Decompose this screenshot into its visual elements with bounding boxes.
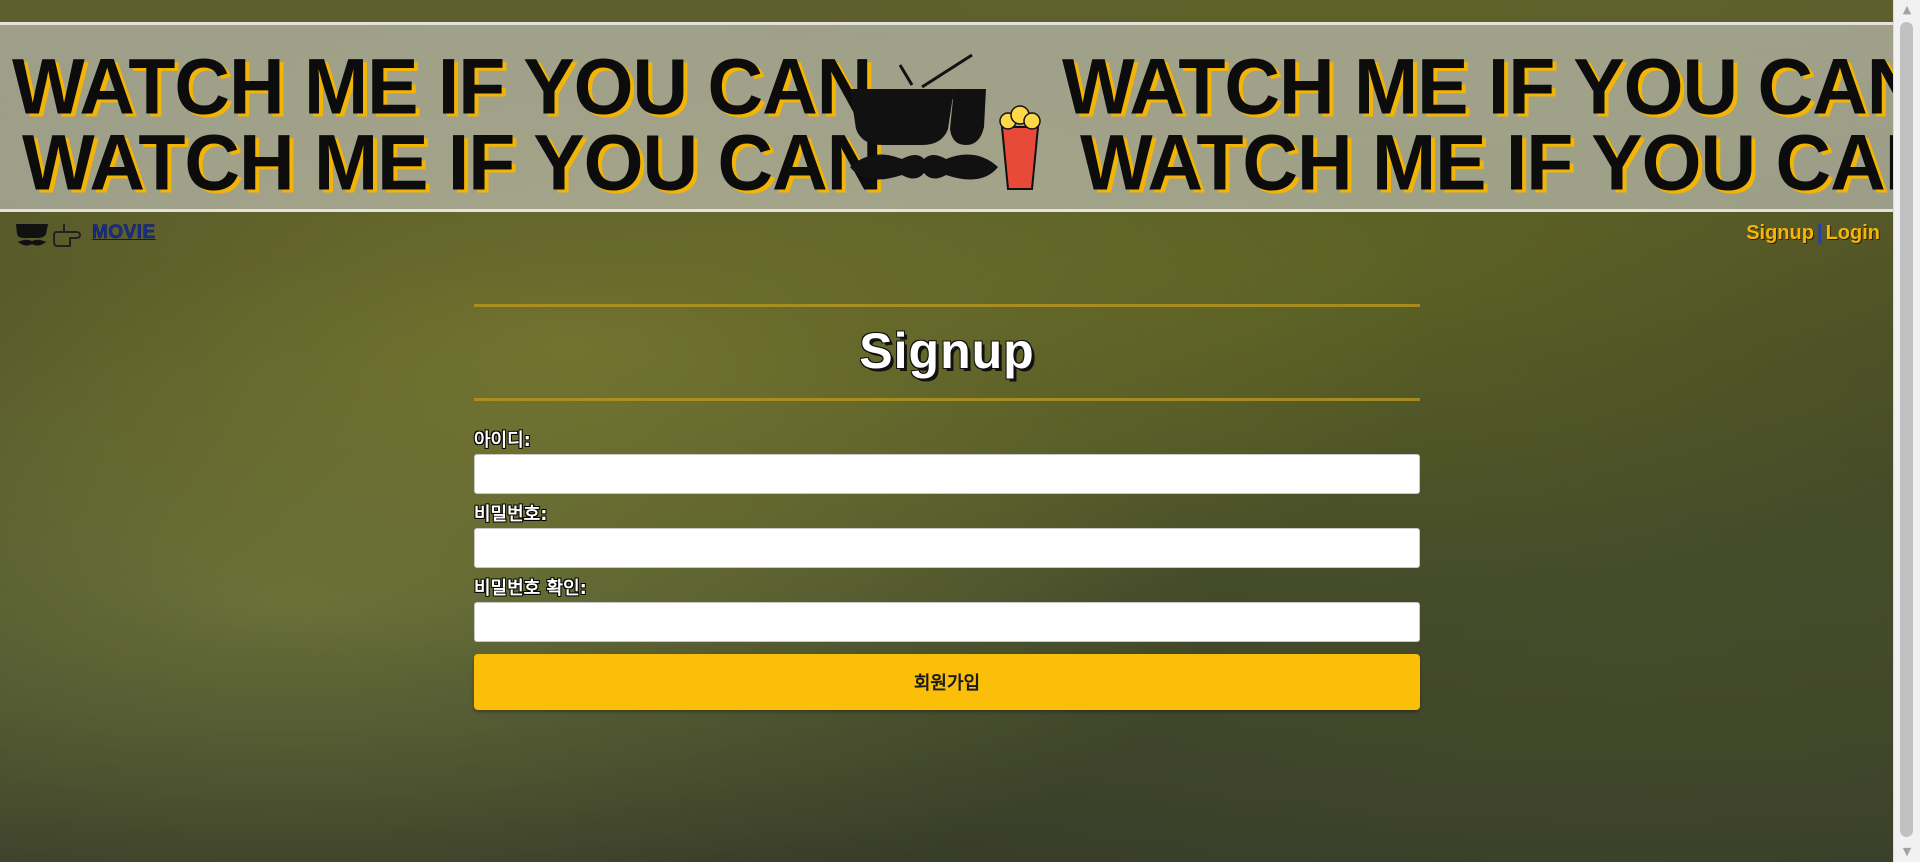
password-confirm-input[interactable] [474,602,1420,642]
scroll-up-icon[interactable]: ▲ [1894,0,1920,20]
movie-nav-link[interactable]: MOVIE [92,222,156,244]
id-label: 아이디: [474,430,531,451]
banner-text-left-bottom: WATCH ME IF YOU CAN [22,119,882,207]
sunglasses-mustache-logo-icon [850,53,1041,190]
signup-link[interactable]: Signup [1746,222,1814,244]
title-divider-top [474,304,1420,307]
nav-separator: | [1816,222,1823,244]
page-scrollbar[interactable]: ▲ ▼ [1893,0,1920,862]
login-link[interactable]: Login [1826,222,1880,244]
password-confirm-label: 비밀번호 확인: [474,578,587,599]
home-logo-icon[interactable] [14,218,84,250]
header-banner: WATCH ME IF YOU CAN WATCH ME IF YOU CAN … [0,22,1894,212]
id-input[interactable] [474,454,1420,494]
banner-text-right-bottom: WATCH ME IF YOU CAN [1080,119,1894,207]
password-label: 비밀번호: [474,504,548,525]
password-input[interactable] [474,528,1420,568]
title-divider-bottom [474,398,1420,401]
page-title: Signup [859,323,1035,379]
scroll-thumb[interactable] [1900,22,1913,837]
auth-nav: Signup | Login [1746,222,1880,245]
scroll-down-icon[interactable]: ▼ [1894,842,1920,862]
pointing-hand-icon [53,224,82,247]
popcorn-icon [999,105,1041,190]
signup-submit-button[interactable]: 회원가입 [474,654,1420,710]
